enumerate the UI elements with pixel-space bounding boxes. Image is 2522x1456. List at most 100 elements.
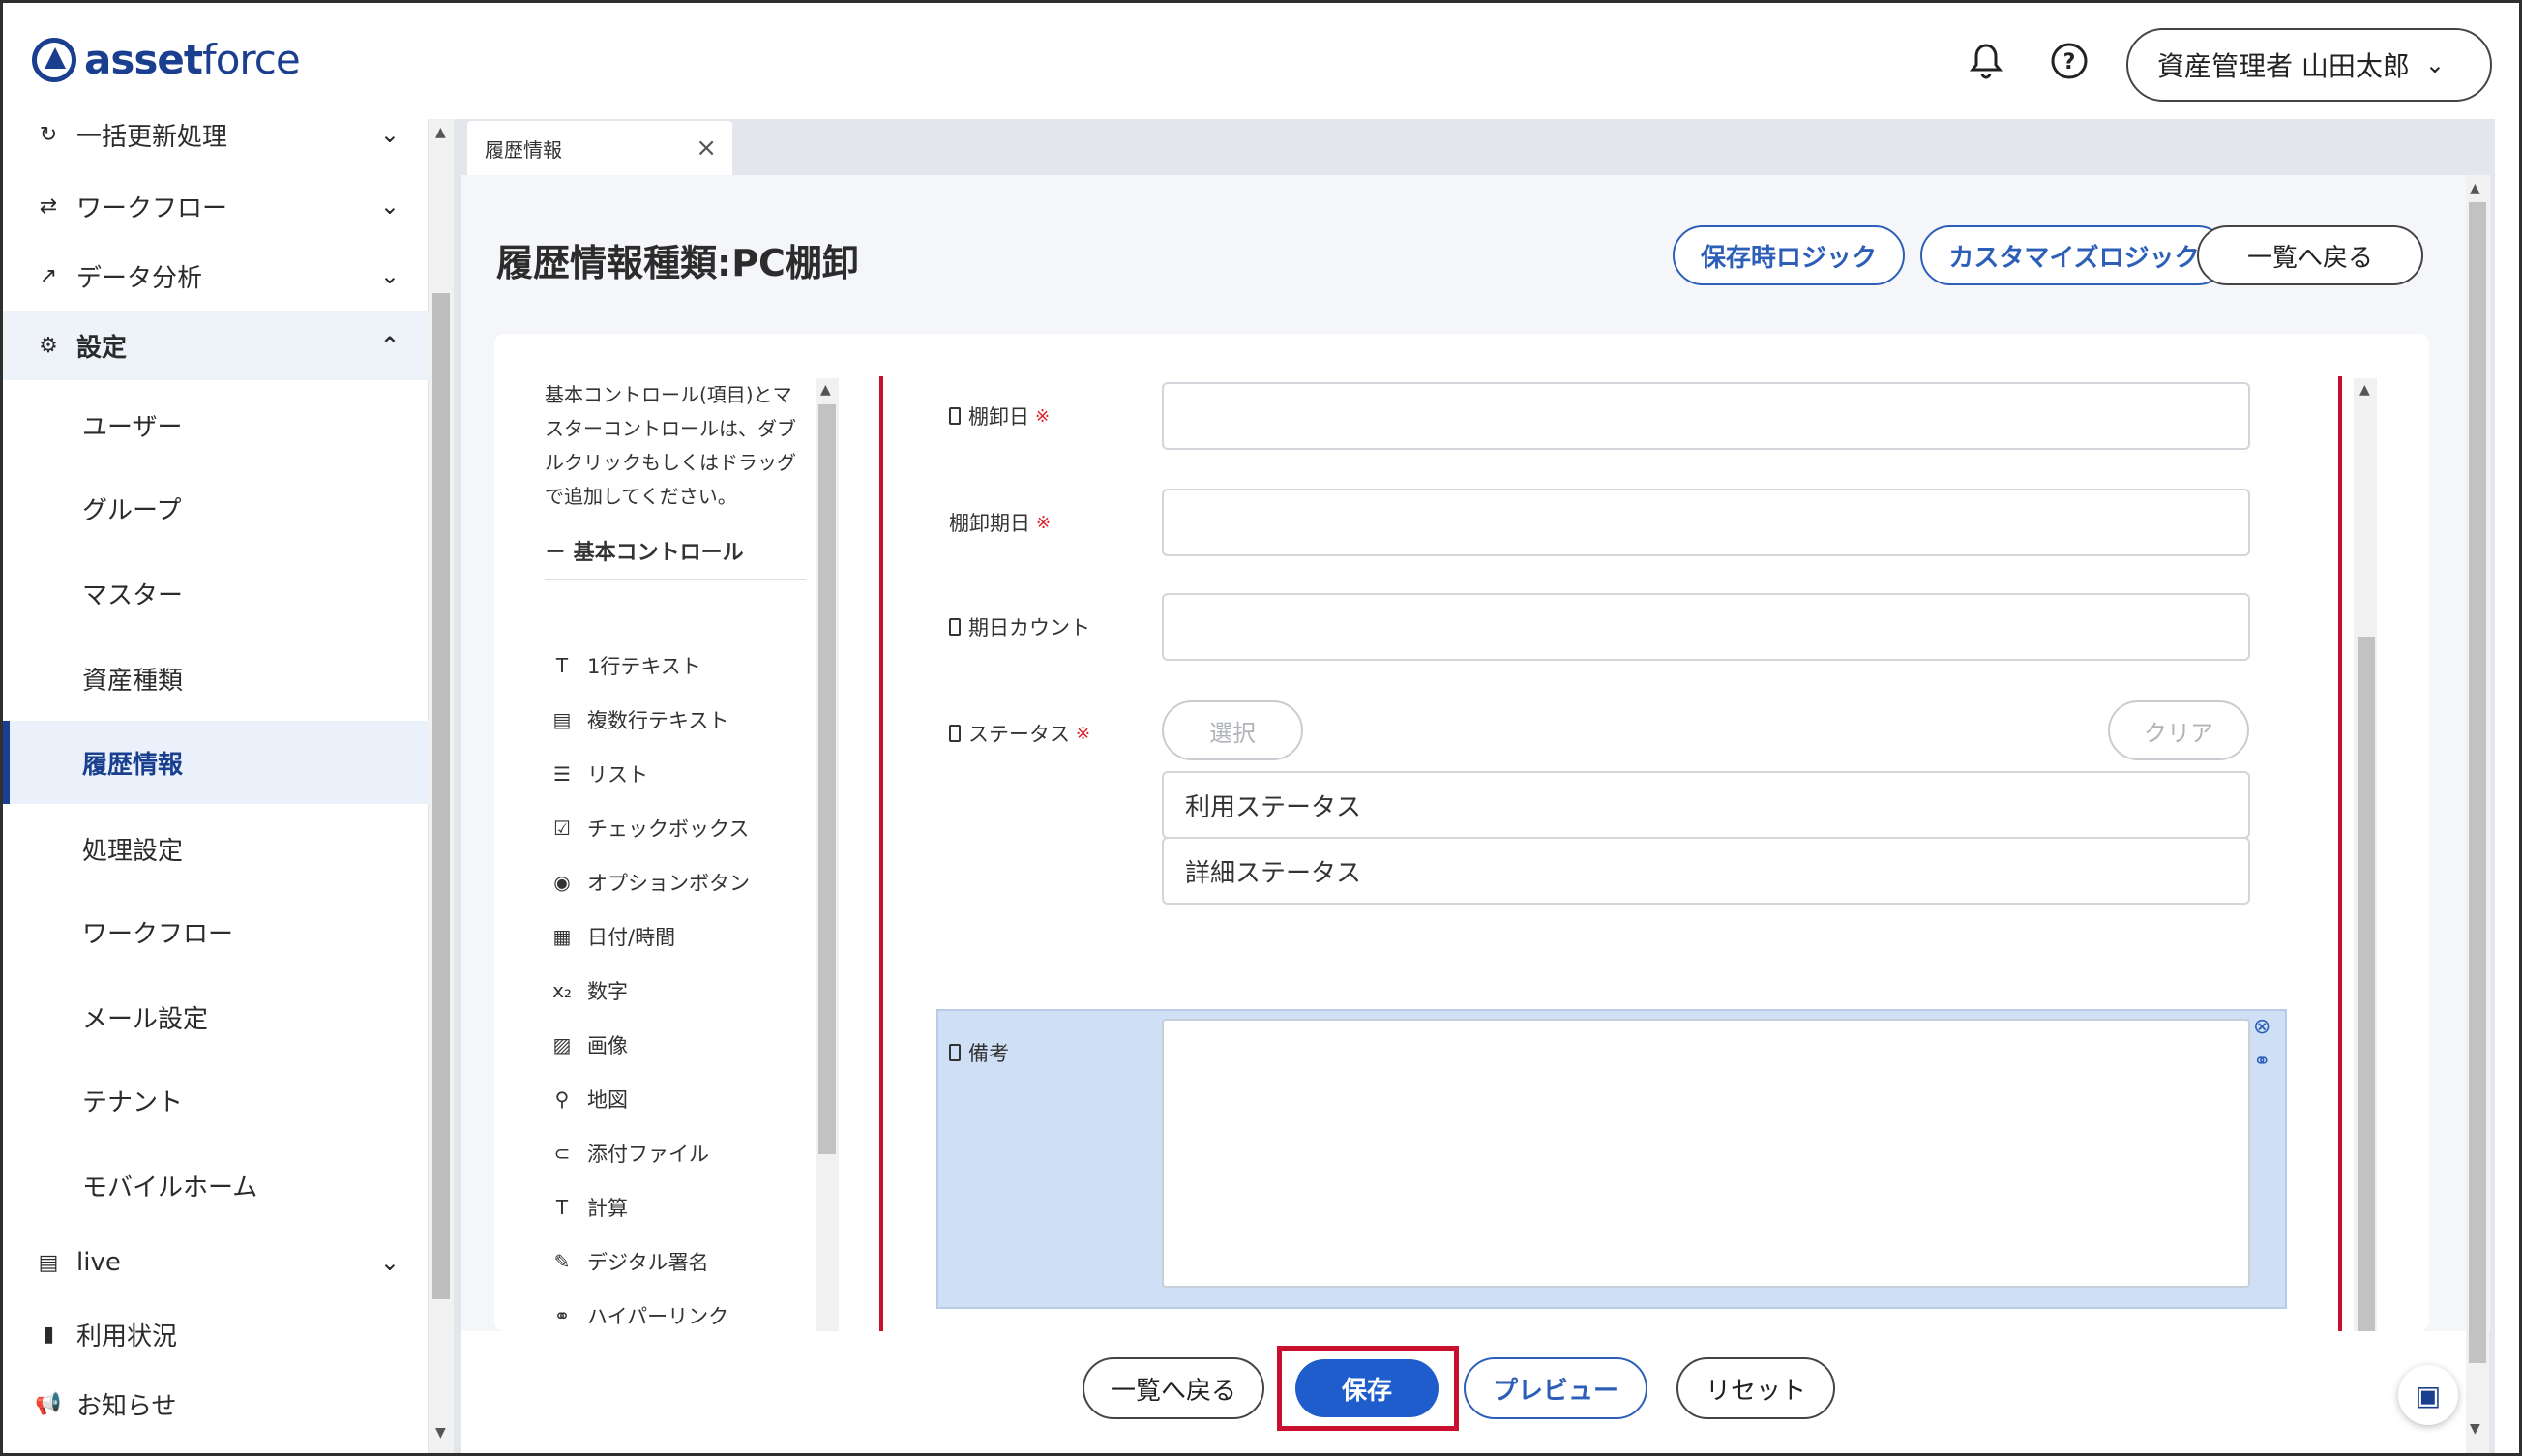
number-icon: x₂ <box>552 979 572 1002</box>
sidebar-item-label: 資産種類 <box>82 666 184 696</box>
palette-section-basic[interactable]: － 基本コントロール <box>545 535 806 580</box>
live-icon: ▤ <box>38 1250 59 1275</box>
status-row-usage[interactable]: 利用ステータス <box>1162 771 2250 839</box>
sidebar-item-label: 一括更新処理 <box>76 122 228 152</box>
sidebar-item-mobile-home[interactable]: モバイルホーム <box>3 1158 429 1212</box>
preview-button[interactable]: プレビュー <box>1464 1357 1647 1419</box>
field-label-due-count: 期日カウント <box>949 612 1090 641</box>
palette-item-signature[interactable]: ✎ デジタル署名 <box>550 1247 709 1276</box>
sidebar-item-news[interactable]: 📢 お知らせ <box>3 1382 429 1425</box>
sidebar-item-workflow-settings[interactable]: ワークフロー <box>3 905 429 959</box>
required-mark: ※ <box>1035 405 1051 427</box>
sidebar-item-label: live <box>76 1248 121 1277</box>
palette-item-single-line-text[interactable]: T 1行テキスト <box>550 651 701 680</box>
status-select-button[interactable]: 選択 <box>1162 700 1303 760</box>
megaphone-icon: 📢 <box>35 1391 62 1416</box>
mobile-icon <box>949 725 961 742</box>
sidebar-item-label: マスター <box>82 580 184 610</box>
sidebar-item-processing[interactable]: 処理設定 <box>3 821 429 876</box>
palette-item-hyperlink[interactable]: ⚭ ハイパーリンク <box>550 1301 729 1330</box>
sidebar-item-users[interactable]: ユーザー <box>3 398 429 452</box>
required-mark: ※ <box>1036 512 1052 533</box>
sidebar-item-live[interactable]: ▤ live ⌄ <box>3 1241 429 1284</box>
scroll-up-icon[interactable]: ▲ <box>2470 181 2480 196</box>
field-label-inventory-due: 棚卸期日 ※ <box>949 512 1052 535</box>
palette-item-checkbox[interactable]: ☑ チェックボックス <box>550 814 749 843</box>
sidebar-item-master[interactable]: マスター <box>3 566 429 620</box>
help-icon[interactable]: ? <box>2048 40 2091 82</box>
sidebar-scroll-thumb[interactable] <box>432 293 450 1299</box>
palette-item-radio[interactable]: ◉ オプションボタン <box>550 868 750 897</box>
sidebar-item-data-analysis[interactable]: ↗ データ分析 ⌄ <box>3 254 429 297</box>
palette-scroll-thumb[interactable] <box>818 404 836 1154</box>
palette-item-calc[interactable]: T 計算 <box>550 1193 628 1222</box>
chat-icon[interactable]: ▣ <box>2398 1365 2458 1425</box>
sidebar-item-history-info[interactable]: 履歴情報 <box>3 721 429 804</box>
field-label-memo: 備考 <box>949 1038 1009 1067</box>
palette-item-datetime[interactable]: ▦ 日付/時間 <box>550 922 676 951</box>
sidebar-item-label: ワークフロー <box>76 193 228 223</box>
sidebar-item-label: お知らせ <box>76 1391 177 1421</box>
sidebar-item-usage[interactable]: ▮ 利用状況 <box>3 1313 429 1355</box>
palette-item-number[interactable]: x₂ 数字 <box>550 976 628 1005</box>
scroll-up-icon[interactable]: ▲ <box>435 125 446 140</box>
back-to-list-button[interactable]: 一覧へ戻る <box>2197 225 2423 285</box>
scroll-down-icon[interactable]: ▼ <box>435 1425 446 1441</box>
palette-item-label: 計算 <box>587 1197 628 1220</box>
sidebar-item-asset-types[interactable]: 資産種類 <box>3 651 429 705</box>
svg-text:?: ? <box>2063 50 2076 74</box>
inventory-due-input[interactable] <box>1162 489 2250 556</box>
top-header: assetforce ? 資産管理者 山田太郎 ⌄ <box>3 3 2519 119</box>
tab-history-info[interactable]: 履歴情報 × <box>467 121 732 175</box>
mobile-icon <box>949 1044 961 1061</box>
refresh-icon: ↻ <box>39 122 58 147</box>
sidebar-item-label: 設定 <box>76 333 128 363</box>
palette-item-image[interactable]: ▨ 画像 <box>550 1030 628 1059</box>
window-scroll-thumb[interactable] <box>2469 202 2486 1363</box>
status-clear-button[interactable]: クリア <box>2108 700 2249 760</box>
sidebar-item-mail-settings[interactable]: メール設定 <box>3 990 429 1044</box>
footer-back-button[interactable]: 一覧へ戻る <box>1083 1357 1264 1419</box>
logo-text-suffix: force <box>201 36 301 83</box>
sidebar-item-settings[interactable]: ⚙ 設定 ⌃ <box>3 311 429 380</box>
app-window: assetforce ? 資産管理者 山田太郎 ⌄ ↻ 一括更新処理 ⌄ ⇄ ワ… <box>0 0 2522 1456</box>
palette-item-attachment[interactable]: ⊂ 添付ファイル <box>550 1139 709 1168</box>
scroll-up-icon[interactable]: ▲ <box>2359 382 2370 398</box>
canvas-scroll-thumb[interactable] <box>2358 637 2375 1331</box>
scroll-up-icon[interactable]: ▲ <box>820 382 831 398</box>
user-menu-button[interactable]: 資産管理者 山田太郎 ⌄ <box>2126 28 2492 102</box>
scroll-down-icon[interactable]: ▼ <box>2470 1421 2480 1437</box>
chevron-down-icon: ⌄ <box>379 262 400 289</box>
sidebar-item-label: グループ <box>82 495 182 525</box>
map-pin-icon: ⚲ <box>554 1087 570 1111</box>
status-row-detail[interactable]: 詳細ステータス <box>1162 837 2250 905</box>
due-count-input[interactable] <box>1162 593 2250 661</box>
palette-item-label: 日付/時間 <box>587 926 676 949</box>
save-logic-button[interactable]: 保存時ロジック <box>1673 225 1905 285</box>
memo-textarea[interactable] <box>1162 1019 2250 1288</box>
sidebar-item-bulk-update[interactable]: ↻ 一括更新処理 ⌄ <box>3 115 429 154</box>
link-field-icon[interactable]: ⚭ <box>2253 1050 2270 1074</box>
sidebar-item-tenant[interactable]: テナント <box>3 1073 429 1127</box>
inventory-date-input[interactable] <box>1162 382 2250 450</box>
remove-field-icon[interactable]: ⊗ <box>2253 1015 2270 1039</box>
asset-force-logo[interactable]: assetforce <box>32 36 301 83</box>
bell-icon[interactable] <box>1965 40 2007 82</box>
sidebar-item-workflow[interactable]: ⇄ ワークフロー ⌄ <box>3 185 429 227</box>
customize-logic-button[interactable]: カスタマイズロジック <box>1920 225 2228 285</box>
close-icon[interactable]: × <box>696 134 717 163</box>
workflow-icon: ⇄ <box>39 193 58 219</box>
sidebar-item-groups[interactable]: グループ <box>3 481 429 535</box>
chevron-down-icon: ⌄ <box>2424 51 2446 78</box>
reset-button[interactable]: リセット <box>1676 1357 1835 1419</box>
chevron-down-icon: ⌄ <box>379 121 400 148</box>
palette-item-label: ハイパーリンク <box>587 1305 729 1328</box>
palette-item-map[interactable]: ⚲ 地図 <box>550 1085 628 1114</box>
palette-item-list[interactable]: ☰ リスト <box>550 759 648 788</box>
palette-item-multiline-text[interactable]: ▤ 複数行テキスト <box>550 705 729 734</box>
palette-item-label: オプションボタン <box>587 872 750 895</box>
palette-item-label: リスト <box>587 763 648 787</box>
text-icon: T <box>555 654 569 677</box>
calendar-icon: ▦ <box>552 925 572 948</box>
sidebar-item-label: 履歴情報 <box>82 750 184 780</box>
